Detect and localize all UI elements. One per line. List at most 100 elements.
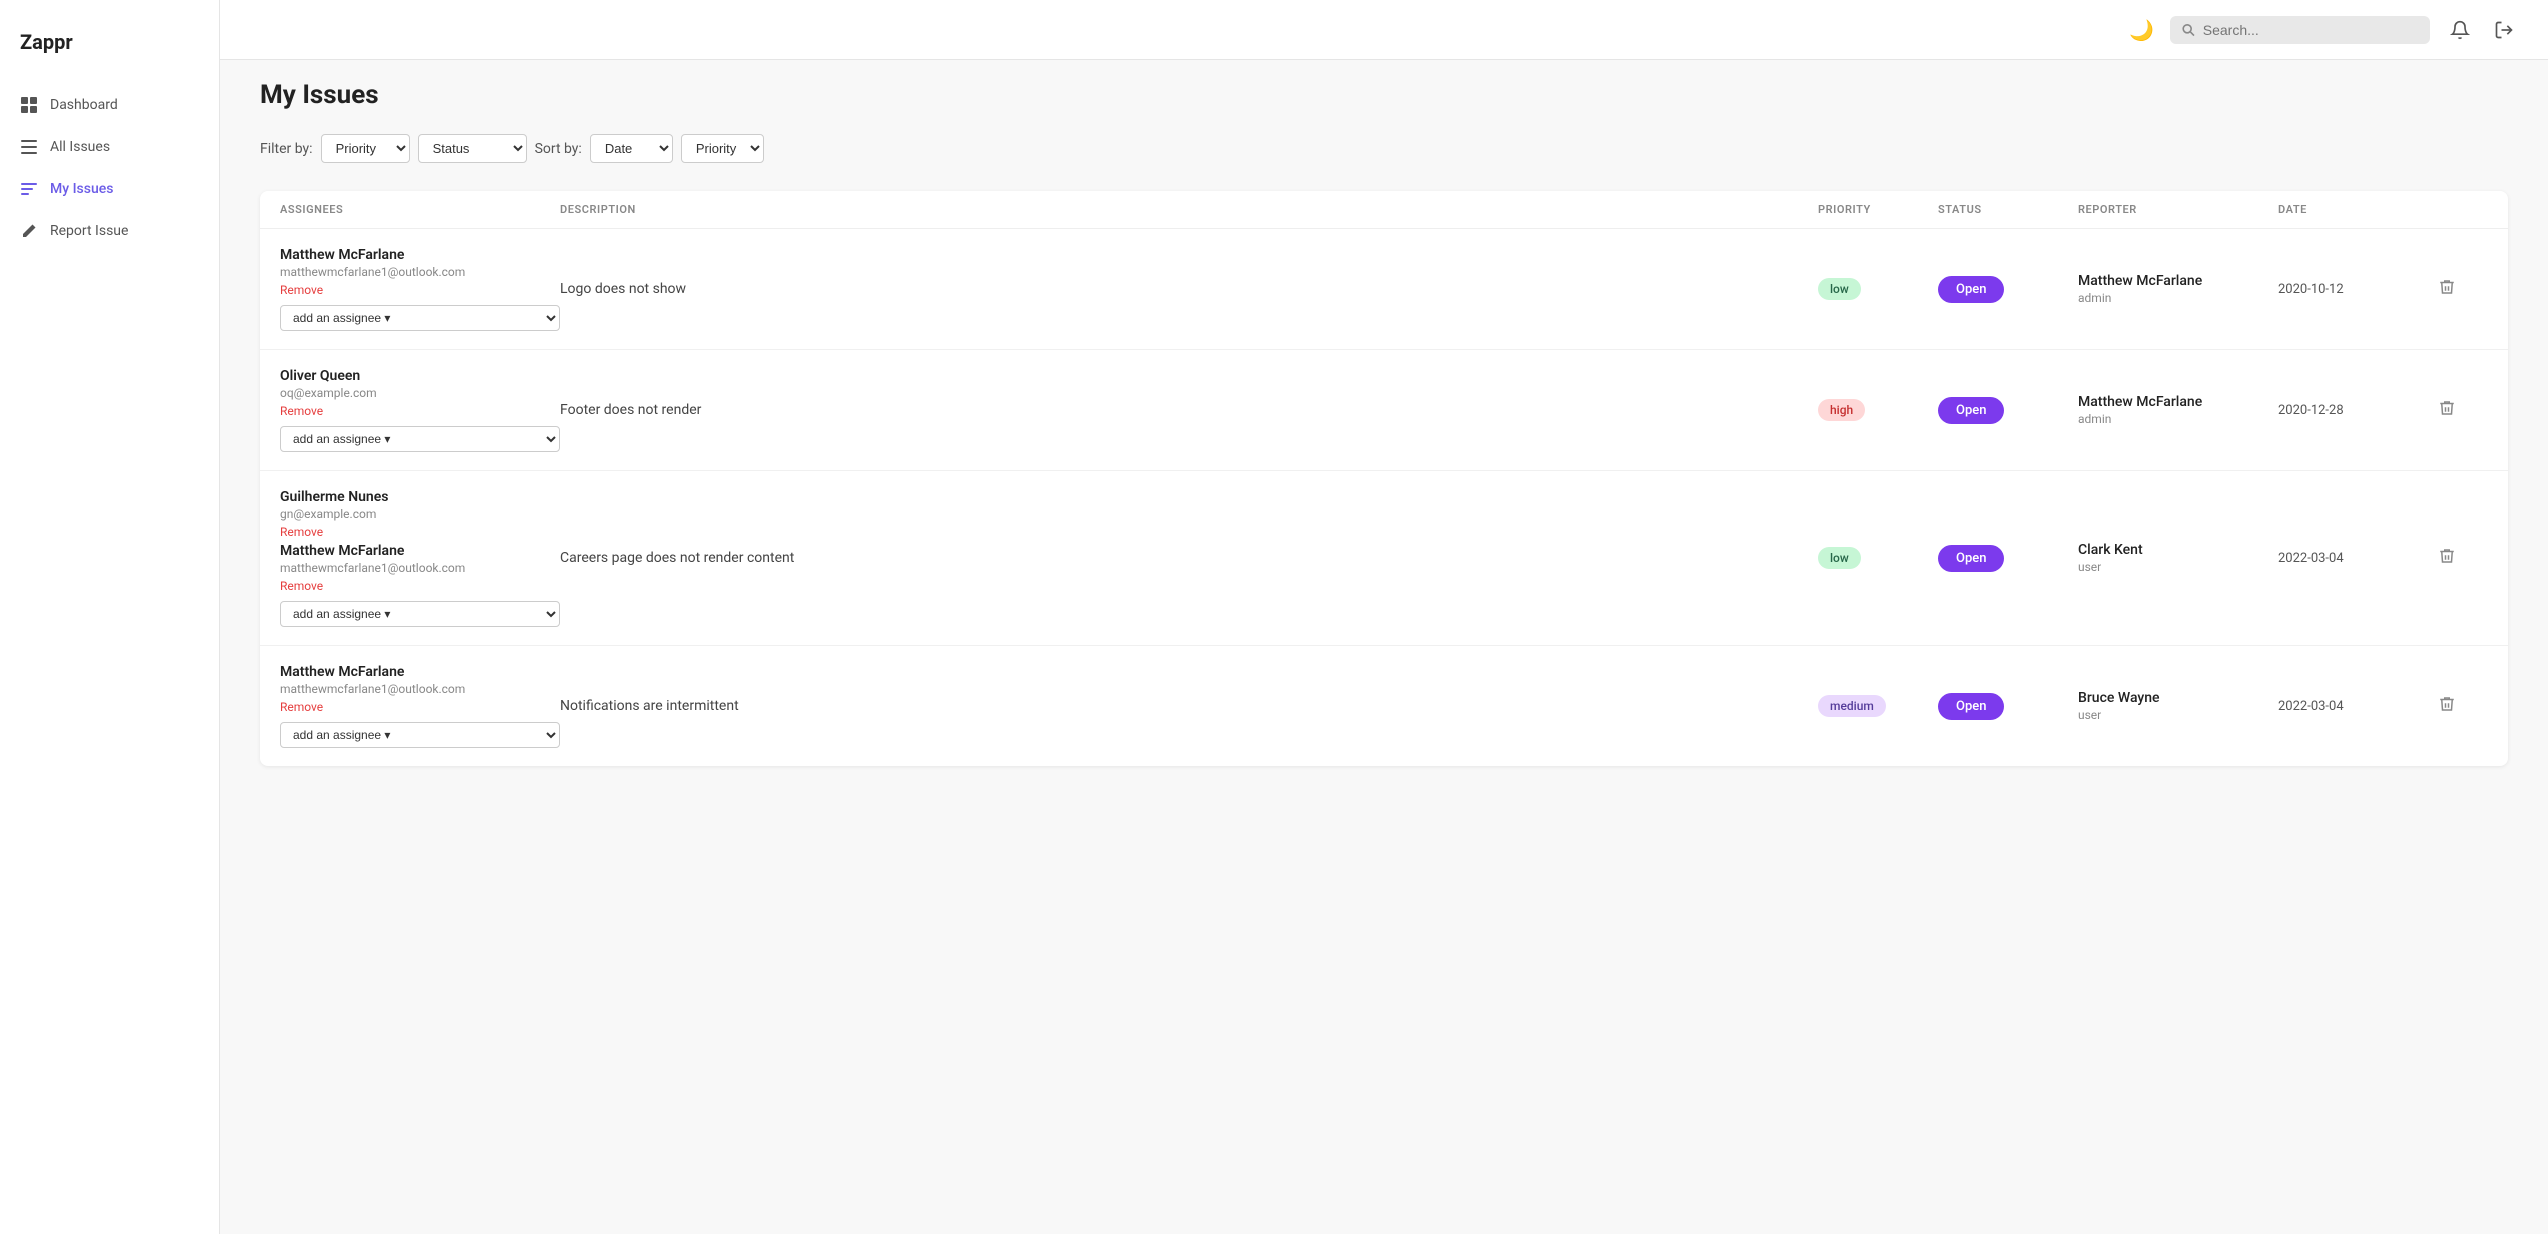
delete-icon[interactable] — [2438, 401, 2456, 422]
main-content: My Issues Filter by: Priority Low Medium… — [220, 0, 2548, 1234]
col-priority: PRIORITY — [1818, 203, 1938, 216]
issue-description: Logo does not show — [560, 281, 1818, 297]
issue-description: Notifications are intermittent — [560, 698, 1818, 714]
col-status: STATUS — [1938, 203, 2078, 216]
assignees-cell: Oliver Queen oq@example.com Remove add a… — [280, 368, 560, 452]
status-badge: Open — [1938, 397, 2004, 424]
assignee-name: Matthew McFarlane — [280, 664, 560, 680]
delete-cell — [2438, 399, 2488, 422]
assignee-email: gn@example.com — [280, 507, 560, 521]
right-panel: 🌙 — [220, 0, 2548, 1234]
date-cell: 2022-03-04 — [2278, 551, 2438, 566]
delete-cell — [2438, 547, 2488, 570]
sidebar-item-all-issues[interactable]: All Issues — [0, 126, 219, 168]
list-icon — [20, 138, 38, 156]
assignee-email: matthewmcfarlane1@outlook.com — [280, 561, 560, 575]
delete-cell — [2438, 278, 2488, 301]
sidebar-item-my-issues[interactable]: My Issues — [0, 168, 219, 210]
priority-cell: high — [1818, 399, 1938, 421]
status-cell: Open — [1938, 545, 2078, 572]
remove-assignee-link[interactable]: Remove — [280, 700, 560, 714]
assignee-email: matthewmcfarlane1@outlook.com — [280, 265, 560, 279]
logout-icon[interactable] — [2490, 16, 2518, 44]
dark-mode-icon[interactable]: 🌙 — [2129, 18, 2154, 42]
priority-badge: low — [1818, 547, 1861, 569]
sidebar-item-label: Report Issue — [50, 223, 128, 239]
assignee-email: oq@example.com — [280, 386, 560, 400]
reporter-cell: Clark Kent user — [2078, 542, 2278, 574]
assignees-cell: Guilherme Nunes gn@example.com Remove Ma… — [280, 489, 560, 627]
sidebar-item-dashboard[interactable]: Dashboard — [0, 84, 219, 126]
reporter-name: Bruce Wayne — [2078, 690, 2278, 706]
delete-icon[interactable] — [2438, 549, 2456, 570]
remove-assignee-link[interactable]: Remove — [280, 283, 560, 297]
edit-icon — [20, 222, 38, 240]
remove-assignee-link[interactable]: Remove — [280, 579, 560, 593]
add-assignee-select[interactable]: add an assignee ▾ — [280, 426, 560, 452]
assignee-name: Oliver Queen — [280, 368, 560, 384]
reporter-name: Clark Kent — [2078, 542, 2278, 558]
page-title: My Issues — [260, 80, 2508, 110]
grid-icon — [20, 96, 38, 114]
add-assignee-select[interactable]: add an assignee ▾ — [280, 722, 560, 748]
table-row: Oliver Queen oq@example.com Remove add a… — [260, 350, 2508, 471]
sidebar: Zappr Dashboard All Issues — [0, 0, 220, 1234]
priority-badge: low — [1818, 278, 1861, 300]
sidebar-item-label: All Issues — [50, 139, 110, 155]
date-cell: 2020-10-12 — [2278, 282, 2438, 297]
remove-assignee-link[interactable]: Remove — [280, 404, 560, 418]
sort-by-label: Sort by: — [535, 141, 582, 157]
filter-by-label: Filter by: — [260, 141, 313, 157]
priority-cell: low — [1818, 547, 1938, 569]
issues-table: ASSIGNEES DESCRIPTION PRIORITY STATUS RE… — [260, 191, 2508, 766]
app-logo: Zappr — [0, 20, 219, 84]
priority-badge: medium — [1818, 695, 1886, 717]
sidebar-item-report-issue[interactable]: Report Issue — [0, 210, 219, 252]
assignees-cell: Matthew McFarlane matthewmcfarlane1@outl… — [280, 664, 560, 748]
col-date: DATE — [2278, 203, 2438, 216]
menu-icon — [20, 180, 38, 198]
assignee-name: Guilherme Nunes — [280, 489, 560, 505]
filter-priority-select[interactable]: Priority Low Medium High — [321, 134, 410, 163]
header: 🌙 — [220, 0, 2548, 60]
delete-icon[interactable] — [2438, 697, 2456, 718]
reporter-name: Matthew McFarlane — [2078, 394, 2278, 410]
col-assignees: ASSIGNEES — [280, 203, 560, 216]
table-row: Matthew McFarlane matthewmcfarlane1@outl… — [260, 229, 2508, 350]
reporter-role: user — [2078, 708, 2278, 722]
app-layout: Zappr Dashboard All Issues — [0, 0, 2548, 1234]
status-badge: Open — [1938, 693, 2004, 720]
remove-assignee-link[interactable]: Remove — [280, 525, 560, 539]
search-box[interactable] — [2170, 16, 2430, 44]
reporter-name: Matthew McFarlane — [2078, 273, 2278, 289]
reporter-cell: Matthew McFarlane admin — [2078, 394, 2278, 426]
col-actions — [2438, 203, 2488, 216]
status-cell: Open — [1938, 693, 2078, 720]
priority-badge: high — [1818, 399, 1865, 421]
sidebar-item-label: My Issues — [50, 181, 113, 197]
search-input[interactable] — [2203, 22, 2418, 38]
reporter-cell: Matthew McFarlane admin — [2078, 273, 2278, 305]
reporter-role: admin — [2078, 412, 2278, 426]
status-cell: Open — [1938, 276, 2078, 303]
table-row: Guilherme Nunes gn@example.com Remove Ma… — [260, 471, 2508, 646]
filter-status-select[interactable]: Status Open Closed In Progress — [418, 134, 527, 163]
sort-date-select[interactable]: Date Priority Status — [590, 134, 673, 163]
priority-cell: low — [1818, 278, 1938, 300]
delete-icon[interactable] — [2438, 280, 2456, 301]
sidebar-item-label: Dashboard — [50, 97, 118, 113]
issue-description: Careers page does not render content — [560, 550, 1818, 566]
reporter-role: admin — [2078, 291, 2278, 305]
assignee-name: Matthew McFarlane — [280, 247, 560, 263]
filters-bar: Filter by: Priority Low Medium High Stat… — [260, 134, 2508, 163]
sort-priority-select[interactable]: Priority Date Status — [681, 134, 764, 163]
reporter-role: user — [2078, 560, 2278, 574]
add-assignee-select[interactable]: add an assignee ▾ — [280, 601, 560, 627]
date-cell: 2020-12-28 — [2278, 403, 2438, 418]
date-cell: 2022-03-04 — [2278, 699, 2438, 714]
col-reporter: REPORTER — [2078, 203, 2278, 216]
notification-icon[interactable] — [2446, 16, 2474, 44]
reporter-cell: Bruce Wayne user — [2078, 690, 2278, 722]
table-row: Matthew McFarlane matthewmcfarlane1@outl… — [260, 646, 2508, 766]
add-assignee-select[interactable]: add an assignee ▾ — [280, 305, 560, 331]
